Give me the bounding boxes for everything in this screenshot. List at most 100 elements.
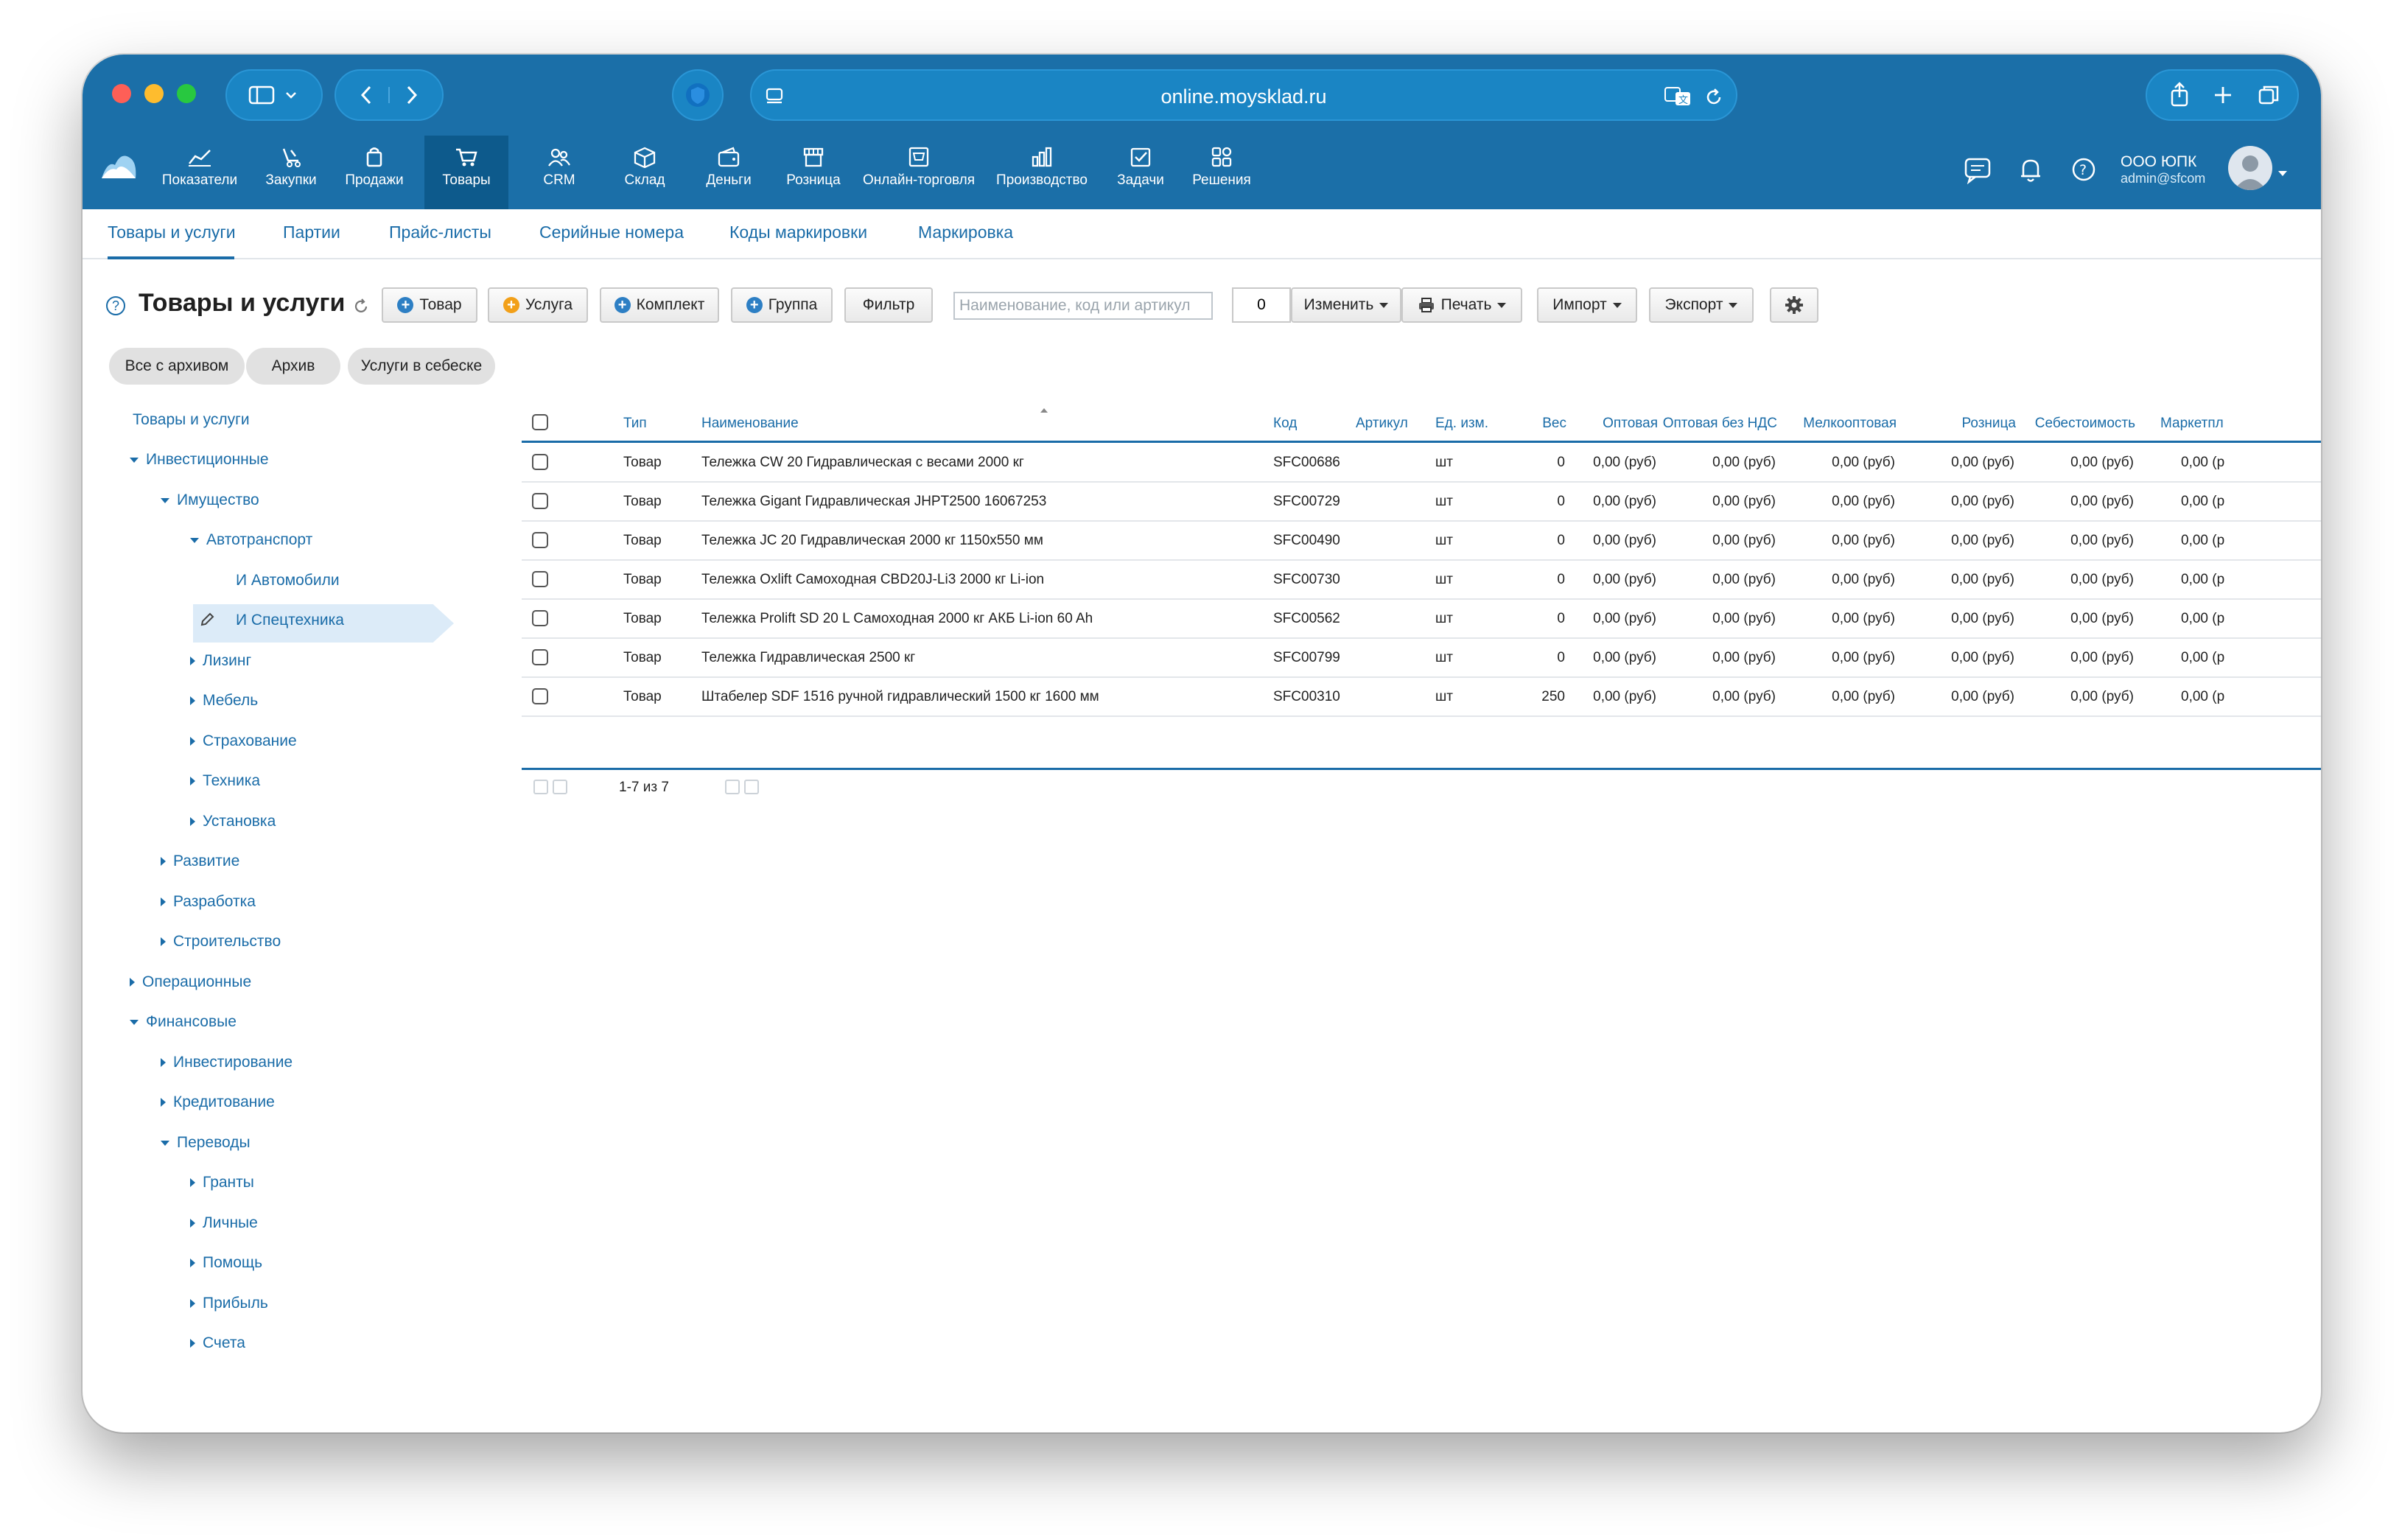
tab-marking[interactable]: Маркировка — [918, 223, 1013, 242]
column-header-unit[interactable]: Ед. изм. — [1435, 416, 1488, 432]
next-page-button[interactable] — [725, 780, 740, 794]
cell-name[interactable]: Тележка CW 20 Гидравлическая с весами 20… — [701, 455, 1024, 471]
refresh-icon[interactable] — [352, 298, 370, 315]
caret-right-icon[interactable] — [161, 897, 166, 907]
tree-item[interactable]: Инвестирование — [161, 1054, 293, 1071]
cell-name[interactable]: Тележка Prolift SD 20 L Самоходная 2000 … — [701, 611, 1093, 627]
tab-price-lists[interactable]: Прайс-листы — [389, 223, 491, 242]
close-window-button[interactable] — [112, 84, 131, 103]
column-header-retail[interactable]: Розница — [1899, 416, 2016, 432]
tree-item[interactable]: Техника — [190, 772, 260, 790]
tree-item[interactable]: Развитие — [161, 853, 239, 870]
chip-all-with-archive[interactable]: Все с архивом — [109, 348, 245, 385]
nav-item-solutions[interactable]: Решения — [1188, 136, 1256, 209]
caret-right-icon[interactable] — [161, 937, 166, 947]
table-row[interactable]: Товар Тележка CW 20 Гидравлическая с веса… — [522, 444, 2321, 483]
tree-item[interactable]: Счета — [190, 1334, 245, 1352]
vpn-extension-button[interactable] — [672, 69, 724, 121]
tree-item[interactable]: Помощь — [190, 1254, 262, 1272]
row-checkbox[interactable] — [532, 649, 548, 665]
table-row[interactable]: Товар Тележка Гидравлическая 2500 кг SFC00… — [522, 639, 2321, 678]
tree-item[interactable]: Разработка — [161, 893, 256, 911]
row-checkbox[interactable] — [532, 493, 548, 509]
print-dropdown-button[interactable]: Печать — [1401, 287, 1522, 323]
sidebar-toggle-button[interactable] — [225, 69, 323, 121]
tree-item[interactable]: Личные — [190, 1214, 258, 1232]
row-checkbox[interactable] — [532, 610, 548, 626]
chip-archive[interactable]: Архив — [246, 348, 340, 385]
caret-down-icon[interactable] — [161, 497, 169, 503]
tab-products-services[interactable]: Товары и услуги — [108, 223, 236, 242]
caret-right-icon[interactable] — [190, 696, 195, 706]
export-dropdown-button[interactable]: Экспорт — [1649, 287, 1754, 323]
caret-right-icon[interactable] — [190, 777, 195, 786]
import-dropdown-button[interactable]: Импорт — [1537, 287, 1637, 323]
column-header-marketplace[interactable]: Маркетпл — [2160, 416, 2224, 432]
table-row[interactable]: Товар Штабелер SDF 1516 ручной гидравличе… — [522, 678, 2321, 717]
column-header-article[interactable]: Артикул — [1356, 416, 1408, 432]
tree-item[interactable]: Операционные — [130, 973, 251, 991]
tree-item[interactable]: Лизинг — [190, 652, 251, 670]
chat-icon[interactable] — [1963, 156, 1992, 184]
caret-right-icon[interactable] — [190, 1219, 195, 1228]
nav-item-production[interactable]: Производство — [990, 136, 1093, 209]
last-page-button[interactable] — [744, 780, 759, 794]
cell-name[interactable]: Тележка Oxlift Самоходная CBD20J-Li3 200… — [701, 572, 1044, 588]
column-header-code[interactable]: Код — [1273, 416, 1297, 432]
search-input[interactable]: Наименование, код или артикул — [953, 292, 1213, 320]
chip-services-in-cost[interactable]: Услуги в себеске — [348, 348, 495, 385]
tree-item[interactable]: Имущество — [161, 491, 259, 509]
moysklad-logo-icon[interactable] — [100, 150, 139, 181]
tree-item[interactable]: Инвестиционные — [130, 451, 269, 469]
column-header-wholesale-no-vat[interactable]: Оптовая без НДС — [1659, 416, 1777, 432]
column-header-small-wholesale[interactable]: Мелкооптовая — [1779, 416, 1897, 432]
nav-item-products[interactable]: Товары — [424, 136, 508, 209]
tree-item[interactable]: Автотранспорт — [190, 531, 312, 549]
tab-batches[interactable]: Партии — [283, 223, 340, 242]
pencil-icon[interactable] — [199, 612, 215, 628]
edit-dropdown-button[interactable]: Изменить — [1291, 287, 1401, 323]
help-icon[interactable]: ? — [2070, 156, 2097, 183]
tab-serial-numbers[interactable]: Серийные номера — [539, 223, 684, 242]
nav-item-retail[interactable]: Розница — [778, 136, 849, 209]
table-row[interactable]: Товар Тележка Gigant Гидравлическая JHPT2… — [522, 483, 2321, 522]
tree-item[interactable]: Прибыль — [190, 1295, 268, 1312]
zoom-window-button[interactable] — [177, 84, 196, 103]
table-row[interactable]: Товар Тележка Prolift SD 20 L Самоходная … — [522, 600, 2321, 639]
caret-right-icon[interactable] — [190, 1299, 195, 1309]
page-help-icon[interactable]: ? — [106, 296, 125, 315]
nav-item-sales[interactable]: Продажи — [340, 136, 408, 209]
row-checkbox[interactable] — [532, 571, 548, 587]
caret-right-icon[interactable] — [161, 1098, 166, 1107]
column-header-type[interactable]: Тип — [623, 416, 647, 432]
nav-item-tasks[interactable]: Задачи — [1107, 136, 1174, 209]
cell-name[interactable]: Тележка Гидравлическая 2500 кг — [701, 650, 915, 666]
tree-item[interactable]: Финансовые — [130, 1013, 237, 1031]
caret-right-icon[interactable] — [190, 1339, 195, 1348]
caret-right-icon[interactable] — [190, 657, 195, 666]
tree-item[interactable]: Гранты — [190, 1174, 254, 1191]
add-service-button[interactable]: + Услуга — [488, 287, 588, 323]
minimize-window-button[interactable] — [144, 84, 164, 103]
nav-item-purchases[interactable]: Закупки — [258, 136, 324, 209]
tree-item[interactable]: Строительство — [161, 933, 281, 951]
select-all-checkbox[interactable] — [532, 414, 548, 430]
add-kit-button[interactable]: + Комплект — [600, 287, 719, 323]
tree-item[interactable]: Кредитование — [161, 1093, 275, 1111]
caret-right-icon[interactable] — [130, 978, 135, 987]
row-checkbox[interactable] — [532, 688, 548, 704]
filter-button[interactable]: Фильтр — [844, 287, 933, 323]
caret-right-icon[interactable] — [161, 1058, 166, 1068]
tab-marking-codes[interactable]: Коды маркировки — [729, 223, 867, 242]
nav-item-money[interactable]: Деньги — [697, 136, 760, 209]
tree-item[interactable]: Страхование — [190, 732, 297, 750]
reload-icon[interactable] — [1704, 87, 1724, 108]
cell-name[interactable]: Штабелер SDF 1516 ручной гидравлический … — [701, 689, 1099, 705]
column-header-cost[interactable]: Себестоимость — [2019, 416, 2135, 432]
address-bar[interactable]: online.moysklad.ru 文 — [750, 69, 1737, 121]
tree-item[interactable]: И Автомобили — [236, 572, 340, 589]
add-product-button[interactable]: + Товар — [382, 287, 477, 323]
tree-item[interactable]: Мебель — [190, 692, 258, 710]
chevron-down-icon[interactable] — [2278, 167, 2287, 180]
column-header-weight[interactable]: Вес — [1500, 416, 1566, 432]
